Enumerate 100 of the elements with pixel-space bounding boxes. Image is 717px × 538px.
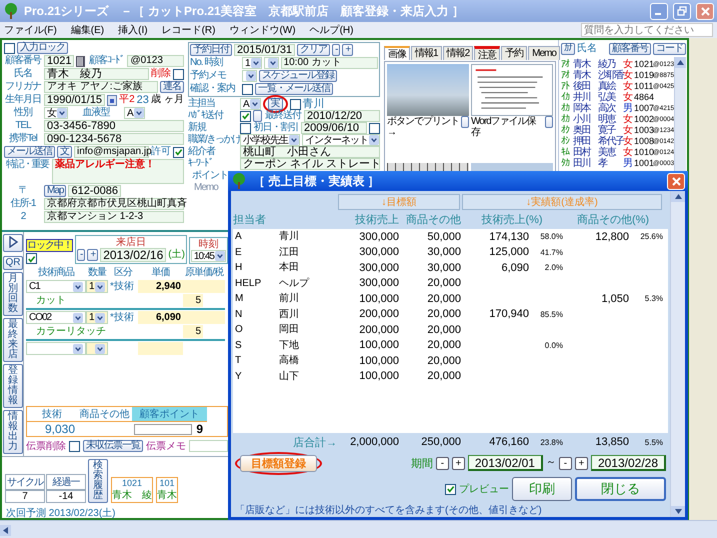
customer-name[interactable]: 田川 孝 — [573, 156, 623, 170]
customer-name[interactable]: 岡本 高次 — [573, 101, 623, 115]
menu-item[interactable]: 挿入(I) — [118, 23, 148, 37]
help-search-field[interactable]: 質問を入力してください — [581, 23, 713, 37]
customer-name[interactable]: 押田 希代子 — [573, 134, 623, 148]
number-sort-button[interactable]: 顧客番号 — [609, 43, 651, 55]
side-button[interactable]: 最終来店 — [3, 318, 23, 362]
decrement-button[interactable]: - — [558, 456, 572, 470]
kana-sort-button[interactable]: ｶﾅ — [561, 43, 575, 55]
input-field[interactable]: -14 — [46, 490, 86, 503]
barcode-icon[interactable] — [76, 56, 86, 66]
tab[interactable]: 注意 — [474, 46, 500, 60]
menu-item[interactable]: レコード(R) — [162, 23, 216, 37]
time-dropdown[interactable]: 10:45 — [190, 250, 226, 262]
send-mail-button[interactable]: メール送信 — [4, 146, 55, 158]
input-field[interactable]: 090-1234-5678 — [44, 133, 184, 145]
menu-item[interactable]: ウィンドウ(W) — [229, 23, 296, 37]
input-field[interactable]: 桃山町 小田さん — [240, 146, 380, 158]
tab[interactable]: 情報1 — [411, 46, 442, 60]
input-field[interactable]: 2010/12/20 — [304, 110, 380, 122]
checkbox[interactable] — [4, 42, 15, 54]
scroll-up-icon[interactable] — [677, 60, 684, 65]
close-button[interactable] — [667, 172, 685, 190]
input-field[interactable] — [189, 440, 228, 452]
customer-name[interactable]: 小川 明恵 — [573, 112, 623, 126]
scroll-down-icon[interactable] — [674, 509, 682, 514]
tab[interactable]: 画像 — [384, 46, 410, 60]
end-date-field[interactable]: 2013/02/28 — [590, 455, 666, 471]
quantity-dropdown[interactable]: 1 — [86, 280, 108, 293]
visit-date-field[interactable]: 2013/02/16 — [100, 248, 166, 262]
input-field[interactable]: 10:00 カット — [280, 57, 378, 69]
restore-button[interactable] — [673, 2, 691, 20]
scroll-up-icon[interactable] — [674, 194, 682, 199]
calendar-icon[interactable] — [107, 94, 118, 106]
input-field[interactable]: 1021 — [44, 55, 74, 67]
increment-button[interactable]: + — [87, 249, 98, 261]
input-field[interactable]: 京都マンション 1-2-3 — [44, 211, 184, 223]
tab[interactable]: 予約 — [501, 46, 528, 60]
tab[interactable]: Memo — [528, 46, 560, 60]
input-field[interactable]: 612-0086 — [68, 185, 121, 197]
checkbox[interactable] — [290, 98, 301, 110]
checkbox[interactable] — [69, 440, 80, 452]
customer-name[interactable]: 井川 弘美 — [573, 90, 623, 104]
product-dropdown[interactable]: CO02 — [26, 311, 86, 324]
checkbox[interactable] — [445, 484, 456, 494]
side-button[interactable]: QR — [3, 256, 23, 270]
increment-button[interactable]: + — [574, 456, 588, 470]
text-button[interactable]: 文 — [57, 146, 72, 158]
input-field[interactable]: @0123 — [127, 55, 184, 67]
tab[interactable]: 情報2 — [442, 46, 474, 60]
side-button[interactable]: 情報出力 — [3, 410, 23, 454]
play-button[interactable] — [3, 234, 23, 252]
history-card[interactable]: 101 青木 — [156, 477, 178, 503]
small-button[interactable] — [461, 116, 469, 128]
menu-item[interactable]: ファイル(F) — [4, 23, 57, 37]
gender-dropdown[interactable]: 女 — [44, 107, 68, 119]
checkbox[interactable] — [369, 122, 380, 134]
search-history-button[interactable]: 検索履歴 — [88, 459, 108, 503]
side-button[interactable]: 月別回数 — [3, 272, 23, 316]
input-field[interactable]: 2009/06/10 — [301, 122, 367, 134]
checkbox[interactable] — [26, 253, 37, 264]
checkbox[interactable] — [173, 146, 184, 158]
unpaid-slips-button[interactable]: 未収伝票一覧 — [83, 440, 143, 452]
joint-name-button[interactable]: 連名 — [160, 81, 184, 93]
product-dropdown[interactable]: C1 — [26, 280, 86, 293]
blood-type-dropdown[interactable]: A — [124, 107, 145, 119]
dropdown[interactable] — [264, 57, 279, 69]
quantity-dropdown[interactable] — [86, 342, 108, 355]
mail-list-button[interactable]: 一覧・メール送信 — [255, 83, 333, 95]
decrement-button[interactable]: - — [332, 44, 340, 56]
checkbox[interactable] — [173, 68, 184, 80]
trigger-dropdown[interactable]: インターネット — [302, 134, 380, 146]
increment-button[interactable]: + — [452, 456, 465, 470]
menu-item[interactable]: ヘルプ(H) — [310, 23, 354, 37]
close-dialog-button[interactable]: 閉じる — [575, 477, 666, 501]
small-button[interactable] — [545, 116, 553, 128]
input-field[interactable]: 2015/01/31 — [234, 44, 296, 56]
clear-button[interactable]: クリア — [297, 44, 330, 56]
customer-name[interactable]: 奥田 寛子 — [573, 123, 623, 137]
staff-dropdown[interactable]: A — [240, 98, 261, 110]
history-card[interactable]: 1021 青木 綾 — [111, 477, 153, 503]
map-button[interactable]: Map — [44, 185, 66, 197]
schedule-button[interactable]: スケジュール登録 — [259, 70, 337, 82]
checkbox[interactable] — [242, 84, 253, 94]
dropdown[interactable] — [242, 70, 257, 82]
quantity-dropdown[interactable]: 1 — [86, 311, 108, 324]
scrollbar[interactable] — [670, 191, 685, 517]
scroll-left-icon[interactable] — [3, 526, 8, 534]
decrement-button[interactable]: - — [77, 249, 86, 261]
close-button[interactable] — [696, 2, 714, 20]
dropdown[interactable]: 1 — [242, 57, 262, 69]
input-field[interactable]: 7 — [5, 490, 45, 503]
input-field[interactable]: 03-3456-7890 — [44, 120, 184, 132]
customer-name[interactable]: 青木 沙耶香 — [573, 68, 623, 82]
horizontal-scrollbar[interactable] — [0, 520, 717, 538]
input-field[interactable]: クーポン ネイル ストレート — [240, 158, 380, 170]
reservation-date-button[interactable]: 予約日付 — [190, 44, 232, 56]
increment-button[interactable]: + — [342, 44, 354, 56]
minimize-button[interactable] — [650, 2, 668, 20]
small-button[interactable] — [253, 110, 262, 122]
